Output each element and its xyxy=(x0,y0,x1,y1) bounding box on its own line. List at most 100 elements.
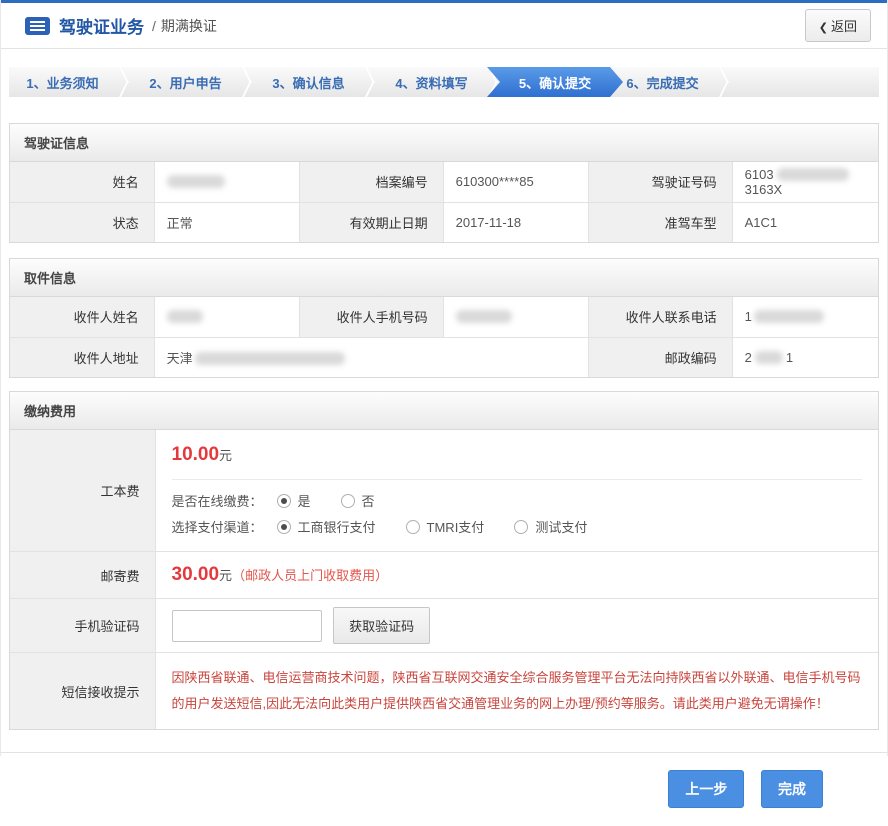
license-info-section: 驾驶证信息 姓名 档案编号 610300****85 驾驶证号码 6103316… xyxy=(9,123,879,243)
back-button-label: 返回 xyxy=(831,19,857,34)
license-info-title: 驾驶证信息 xyxy=(10,124,878,162)
cost-amount-line: 10.00元 xyxy=(172,444,863,466)
captcha-label: 手机验证码 xyxy=(10,599,155,653)
address-value: 天津 xyxy=(154,337,588,377)
cost-amount: 10.00 xyxy=(172,444,220,465)
pay-channel-question-row: 选择支付渠道： 工商银行支付 TMRI支付 测试支付 xyxy=(172,517,863,536)
expiry-label: 有效期止日期 xyxy=(299,202,443,242)
online-yes-label[interactable]: 是 xyxy=(298,491,311,510)
status-value: 正常 xyxy=(154,202,299,242)
license-business-icon xyxy=(25,17,50,35)
step-4-fill-data[interactable]: 4、资料填写 xyxy=(378,67,485,97)
postcode-prefix: 2 xyxy=(745,350,752,365)
online-no-label[interactable]: 否 xyxy=(362,491,375,510)
table-row: 收件人地址 天津 邮政编码 21 xyxy=(10,337,878,377)
pay-channel-question: 选择支付渠道： xyxy=(172,517,263,536)
footer-actions: 上一步 完成 xyxy=(1,752,887,826)
recipient-name-value xyxy=(154,297,299,337)
postcode-suffix: 1 xyxy=(786,350,793,365)
sms-notice-label: 短信接收提示 xyxy=(10,653,155,730)
online-yes-radio[interactable] xyxy=(277,494,291,508)
postcode-label: 邮政编码 xyxy=(588,337,732,377)
status-label: 状态 xyxy=(10,202,154,242)
channel-tmri-radio[interactable] xyxy=(406,520,420,534)
recipient-phone-value: 1 xyxy=(732,297,878,337)
license-no-suffix: 3163X xyxy=(745,182,783,197)
license-no-prefix: 6103 xyxy=(745,167,774,182)
postage-cell: 30.00元（邮政人员上门收取费用） xyxy=(155,552,878,599)
license-no-value: 61033163X xyxy=(732,162,878,202)
address-prefix: 天津 xyxy=(167,351,193,366)
name-value xyxy=(154,162,299,202)
recipient-phone-prefix: 1 xyxy=(745,309,752,324)
step-1-business-notice[interactable]: 1、业务须知 xyxy=(9,67,116,97)
table-row: 工本费 10.00元 是否在线缴费： 是 否 选择支付渠道： 工商银行支付 TM… xyxy=(10,430,878,552)
postage-label: 邮寄费 xyxy=(10,552,155,599)
cost-label: 工本费 xyxy=(10,430,155,552)
name-label: 姓名 xyxy=(10,162,154,202)
sms-notice-cell: 因陕西省联通、电信运营商技术问题，陕西省互联网交通安全综合服务管理平台无法向持陕… xyxy=(155,653,878,730)
recipient-mobile-value xyxy=(443,297,588,337)
expiry-value: 2017-11-18 xyxy=(443,202,588,242)
postcode-value: 21 xyxy=(732,337,878,377)
cost-currency: 元 xyxy=(219,448,232,463)
finish-button[interactable]: 完成 xyxy=(761,770,823,808)
table-row: 收件人姓名 收件人手机号码 收件人联系电话 1 xyxy=(10,297,878,337)
captcha-cell: 获取验证码 xyxy=(155,599,878,653)
page-header: 驾驶证业务 / 期满换证 ❮返回 xyxy=(1,3,887,49)
table-row: 姓名 档案编号 610300****85 驾驶证号码 61033163X xyxy=(10,162,878,202)
step-separator-icon xyxy=(362,67,378,97)
online-pay-question-row: 是否在线缴费： 是 否 xyxy=(172,491,863,510)
cost-cell: 10.00元 是否在线缴费： 是 否 选择支付渠道： 工商银行支付 TMRI支付 xyxy=(155,430,878,552)
step-3-confirm-info[interactable]: 3、确认信息 xyxy=(255,67,362,97)
license-no-label: 驾驶证号码 xyxy=(588,162,732,202)
redacted-recipient-phone xyxy=(754,310,824,323)
postage-note: （邮政人员上门收取费用） xyxy=(232,568,388,583)
step-wizard: 1、业务须知 2、用户申告 3、确认信息 4、资料填写 5、确认提交 6、完成提… xyxy=(9,67,879,97)
step-separator-icon xyxy=(239,67,255,97)
table-row: 手机验证码 获取验证码 xyxy=(10,599,878,653)
breadcrumb-separator: / xyxy=(152,18,156,34)
license-info-table: 姓名 档案编号 610300****85 驾驶证号码 61033163X 状态 … xyxy=(10,162,878,242)
step-separator-icon xyxy=(116,67,132,97)
redacted-recipient-name xyxy=(167,310,203,323)
page-title: 驾驶证业务 xyxy=(59,13,144,38)
step-separator-icon xyxy=(716,67,732,97)
online-pay-question: 是否在线缴费： xyxy=(172,491,263,510)
table-row: 短信接收提示 因陕西省联通、电信运营商技术问题，陕西省互联网交通安全综合服务管理… xyxy=(10,653,878,730)
channel-test-radio[interactable] xyxy=(514,520,528,534)
address-label: 收件人地址 xyxy=(10,337,154,377)
recipient-mobile-label: 收件人手机号码 xyxy=(299,297,443,337)
file-no-value: 610300****85 xyxy=(443,162,588,202)
redacted-license-no xyxy=(777,168,849,181)
redacted-address xyxy=(195,352,345,365)
channel-icbc-label[interactable]: 工商银行支付 xyxy=(298,517,376,536)
recipient-phone-label: 收件人联系电话 xyxy=(588,297,732,337)
captcha-input[interactable] xyxy=(172,610,322,642)
channel-tmri-label[interactable]: TMRI支付 xyxy=(427,517,485,536)
step-2-user-declaration[interactable]: 2、用户申告 xyxy=(132,67,239,97)
channel-icbc-radio[interactable] xyxy=(277,520,291,534)
step-6-complete-submit[interactable]: 6、完成提交 xyxy=(609,67,716,97)
fees-title: 缴纳费用 xyxy=(10,392,878,430)
sms-notice-text: 因陕西省联通、电信运营商技术问题，陕西省互联网交通安全综合服务管理平台无法向持陕… xyxy=(172,665,863,717)
channel-test-label[interactable]: 测试支付 xyxy=(535,517,587,536)
table-row: 邮寄费 30.00元（邮政人员上门收取费用） xyxy=(10,552,878,599)
previous-step-button[interactable]: 上一步 xyxy=(668,770,744,808)
back-button[interactable]: ❮返回 xyxy=(805,9,871,42)
fees-table: 工本费 10.00元 是否在线缴费： 是 否 选择支付渠道： 工商银行支付 TM… xyxy=(10,430,878,729)
postage-currency: 元 xyxy=(219,568,232,583)
redacted-postcode xyxy=(755,351,783,364)
recipient-name-label: 收件人姓名 xyxy=(10,297,154,337)
redacted-recipient-mobile xyxy=(456,310,512,323)
postage-amount: 30.00 xyxy=(172,564,220,585)
online-no-radio[interactable] xyxy=(341,494,355,508)
get-captcha-button[interactable]: 获取验证码 xyxy=(333,607,430,644)
step-bar-filler xyxy=(732,67,879,97)
table-row: 状态 正常 有效期止日期 2017-11-18 准驾车型 A1C1 xyxy=(10,202,878,242)
fees-section: 缴纳费用 工本费 10.00元 是否在线缴费： 是 否 选择支付渠道： 工商银行… xyxy=(9,391,879,730)
vehicle-class-label: 准驾车型 xyxy=(588,202,732,242)
file-no-label: 档案编号 xyxy=(299,162,443,202)
vehicle-class-value: A1C1 xyxy=(732,202,878,242)
step-5-confirm-submit-active[interactable]: 5、确认提交 xyxy=(487,67,623,97)
